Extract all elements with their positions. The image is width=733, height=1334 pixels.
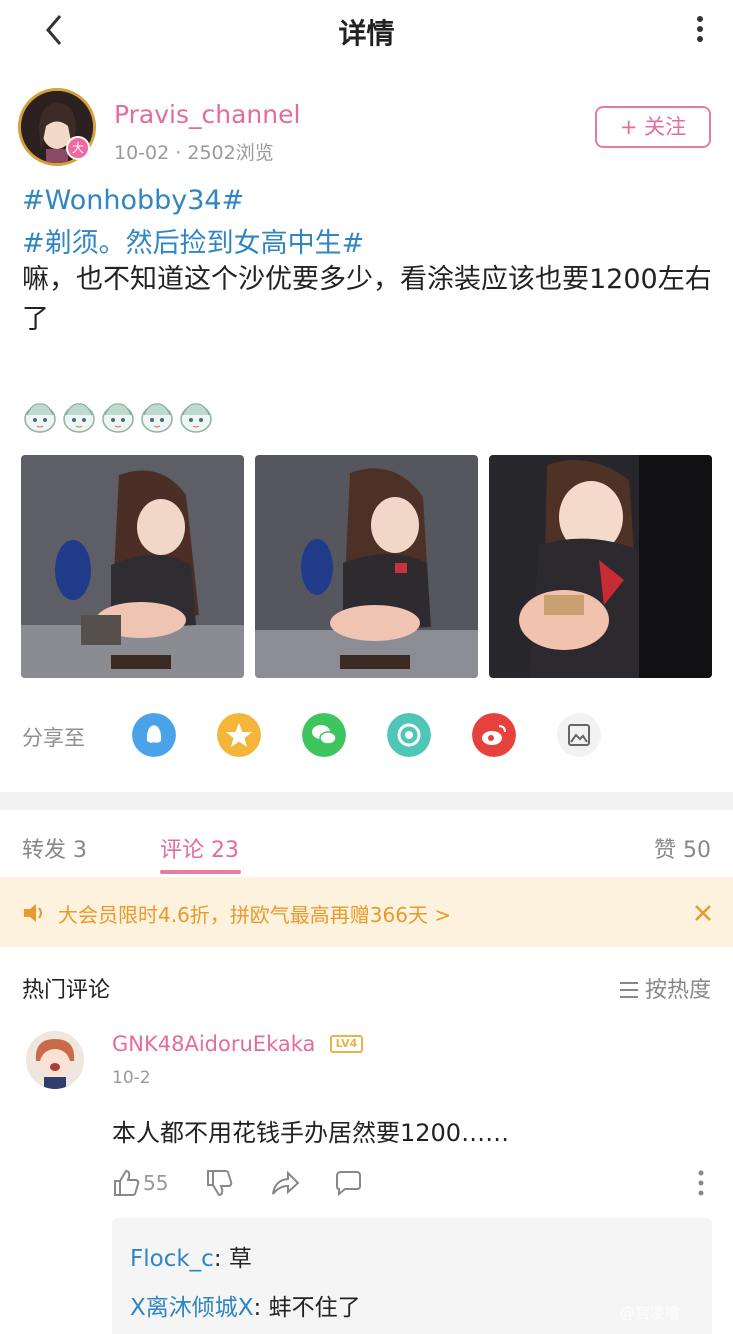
like-count: 55 <box>143 1171 169 1195</box>
meta-separator: · <box>175 142 188 164</box>
reply-author[interactable]: Flock_c <box>130 1246 214 1272</box>
sticker-emoji-icon <box>180 403 212 433</box>
tab-repost[interactable]: 转发 3 <box>22 832 87 864</box>
comment-text: 本人都不用花钱手办居然要1200…… <box>112 1119 510 1147</box>
share-weibo-icon[interactable] <box>472 713 516 757</box>
sticker-emoji-icon <box>63 403 95 433</box>
share-wechat-icon[interactable] <box>302 713 346 757</box>
hashtag-higehiro[interactable]: #剃须。然后捡到女高中生# <box>22 221 364 260</box>
post-date: 10-02 <box>114 142 170 164</box>
commenter-avatar-portrait <box>26 1031 84 1089</box>
close-icon[interactable] <box>693 903 713 923</box>
view-count: 2502浏览 <box>187 142 274 164</box>
share-qzone-icon[interactable] <box>217 713 261 757</box>
comment-date: 10-2 <box>112 1068 151 1088</box>
commenter-name[interactable]: GNK48AidoruEkaka <box>112 1032 315 1056</box>
sort-button[interactable]: 按热度 <box>619 972 711 1004</box>
comment-more-icon[interactable] <box>698 1170 704 1196</box>
reply-bubble-icon[interactable] <box>333 1168 363 1198</box>
level-badge: LV4 <box>330 1035 363 1053</box>
reply-text: : 草 <box>213 1246 252 1272</box>
reply-author[interactable]: X离沐倾城X <box>130 1295 254 1321</box>
promo-text[interactable]: 大会员限时4.6折，拼欧气最高再赠366天 > <box>58 899 451 928</box>
sticker-emoji-icon <box>102 403 134 433</box>
top-bar: 详情 <box>0 0 733 62</box>
post-photo-2[interactable] <box>255 455 478 678</box>
more-options-icon[interactable] <box>695 14 705 44</box>
follow-button[interactable]: + 关注 <box>595 106 711 148</box>
sticker-emoji-icon <box>24 403 56 433</box>
thumbs-down-icon[interactable] <box>205 1168 233 1198</box>
active-tab-indicator <box>160 870 241 874</box>
sticker-emoji-icon <box>141 403 173 433</box>
share-image-icon[interactable] <box>557 713 601 757</box>
watermark: @宫凌噜 <box>620 1304 681 1322</box>
share-qq-icon[interactable] <box>132 713 176 757</box>
post-text: 嘛，也不知道这个沙优要多少，看涂装应该也要1200左右了 <box>22 264 712 335</box>
reply-item[interactable]: Flock_c: 草 <box>130 1239 252 1273</box>
author-name[interactable]: Pravis_channel <box>114 100 300 129</box>
speaker-icon <box>24 904 42 922</box>
post-photo-3[interactable] <box>489 455 712 678</box>
hot-comments-title: 热门评论 <box>22 978 111 1003</box>
post-photo-1[interactable] <box>21 455 244 678</box>
commenter-avatar[interactable] <box>26 1031 84 1089</box>
share-arrow-icon[interactable] <box>270 1168 300 1198</box>
tab-comments[interactable]: 评论 23 <box>160 832 239 864</box>
share-label: 分享至 <box>22 726 85 750</box>
section-divider <box>0 792 733 810</box>
hashtag-wonhobby[interactable]: #Wonhobby34# <box>22 185 244 216</box>
share-moments-icon[interactable] <box>387 713 431 757</box>
menu-icon <box>619 982 638 998</box>
post-meta: 10-02 · 2502浏览 <box>114 138 274 165</box>
sort-label: 按热度 <box>644 978 711 1003</box>
reply-item[interactable]: X离沐倾城X: 蚌不住了 <box>130 1288 361 1322</box>
vip-badge: 大 <box>66 136 90 160</box>
emoji-row <box>22 400 214 436</box>
tab-likes[interactable]: 赞 50 <box>654 832 711 864</box>
reply-text: : 蚌不住了 <box>253 1295 361 1321</box>
thumbs-up-icon[interactable] <box>112 1168 140 1198</box>
page-title: 详情 <box>338 17 395 50</box>
